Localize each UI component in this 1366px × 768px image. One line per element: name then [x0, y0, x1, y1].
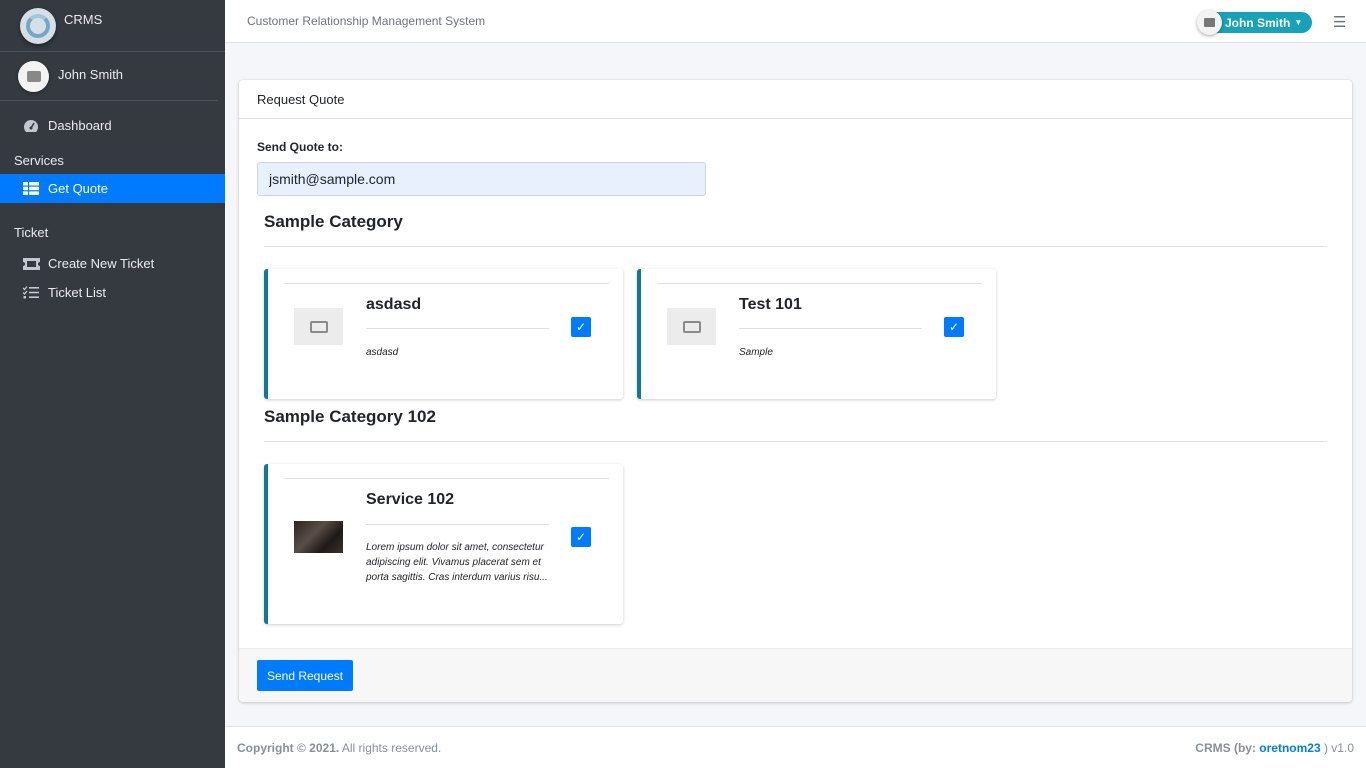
service-name: Service 102: [366, 491, 455, 508]
image-placeholder-icon: [667, 308, 716, 345]
page-footer: Copyright © 2021. All rights reserved. C…: [225, 726, 1366, 768]
tasks-icon: [22, 286, 40, 299]
service-image: [294, 521, 343, 553]
service-checkbox[interactable]: ✓: [944, 317, 964, 337]
card-footer: Send Request: [239, 648, 1352, 702]
category-title: Sample Category 102: [264, 407, 436, 426]
service-description: asdasd: [366, 347, 399, 358]
copyright-text: Copyright © 2021. All rights reserved.: [237, 740, 442, 755]
sidebar-item-get-quote[interactable]: Get Quote: [0, 174, 225, 203]
ticket-icon: [22, 257, 40, 270]
top-navbar: Customer Relationship Management System …: [225, 0, 1366, 43]
sidebar-item-ticket-list[interactable]: Ticket List: [0, 278, 225, 307]
sidebar-item-label: Get Quote: [48, 181, 108, 196]
email-field[interactable]: [257, 162, 706, 196]
credit-text: CRMS (by: oretnom23 ) v1.0: [1195, 740, 1354, 755]
category-divider: [264, 246, 1327, 247]
nav-header-ticket: Ticket: [14, 225, 49, 240]
send-request-button[interactable]: Send Request: [257, 660, 353, 691]
category-divider: [264, 441, 1327, 442]
service-description: Lorem ipsum dolor sit amet, consectetur …: [366, 542, 548, 583]
sidebar-item-label: Ticket List: [48, 285, 107, 300]
nav-header-services: Services: [14, 153, 64, 168]
request-quote-card: Request Quote Send Quote to: Sample Cate…: [239, 80, 1352, 702]
avatar: [18, 60, 49, 92]
service-card[interactable]: Service 102 Lorem ipsum dolor sit amet, …: [264, 464, 623, 624]
table-icon: [22, 182, 40, 195]
sidebar-item-label: Create New Ticket: [48, 256, 155, 271]
author-link[interactable]: oretnom23: [1259, 741, 1320, 755]
sidebar: CRMS John Smith Dashboard Services Get Q…: [0, 0, 225, 768]
sidebar-item-dashboard[interactable]: Dashboard: [0, 111, 225, 140]
navbar-user-name: John Smith: [1225, 15, 1291, 30]
system-title: Customer Relationship Management System: [247, 14, 486, 28]
service-checkbox[interactable]: ✓: [571, 527, 591, 547]
sidebar-item-create-ticket[interactable]: Create New Ticket: [0, 249, 225, 278]
service-card[interactable]: asdasd asdasd ✓: [264, 269, 623, 399]
service-name: asdasd: [366, 296, 422, 313]
send-to-label: Send Quote to:: [257, 140, 343, 154]
service-description: Sample: [739, 347, 773, 358]
user-menu-button[interactable]: John Smith ▼: [1197, 10, 1313, 35]
caret-down-icon: ▼: [1294, 18, 1303, 27]
card-title: Request Quote: [239, 80, 1352, 119]
user-panel[interactable]: John Smith: [0, 52, 218, 101]
service-checkbox[interactable]: ✓: [571, 317, 591, 337]
gauge-icon: [22, 119, 40, 133]
service-card[interactable]: Test 101 Sample ✓: [637, 269, 996, 399]
menu-toggle-icon[interactable]: ☰: [1333, 13, 1346, 31]
brand-name: CRMS: [64, 12, 103, 27]
avatar: [1197, 10, 1222, 35]
brand-logo: [20, 7, 56, 44]
service-name: Test 101: [739, 296, 802, 313]
category-title: Sample Category: [264, 212, 403, 231]
image-placeholder-icon: [294, 308, 343, 345]
sidebar-user-name: John Smith: [58, 66, 124, 82]
brand-link[interactable]: CRMS: [0, 0, 225, 52]
sidebar-item-label: Dashboard: [48, 118, 112, 133]
